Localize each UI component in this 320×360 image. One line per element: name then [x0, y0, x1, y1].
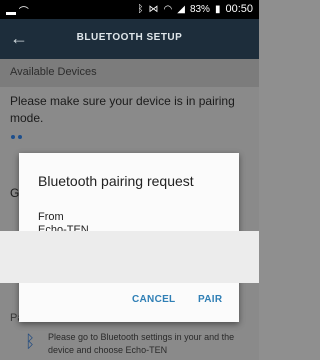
wifi-icon: ◠: [163, 3, 173, 15]
loading-dot: [18, 135, 22, 139]
pair-button[interactable]: PAIR: [198, 294, 222, 305]
partial-text-g: G: [10, 186, 20, 200]
clock: 00:50: [225, 3, 253, 15]
battery-icon: ▮: [214, 3, 221, 15]
page-title: BLUETOOTH SETUP: [76, 32, 183, 43]
headset-icon: ⌒: [18, 7, 29, 18]
status-left-icons: ▬ ⌒: [6, 3, 29, 18]
loading-indicator: [11, 135, 22, 139]
status-right-icons: ᛒ ⋈ ◠ ◢ 83% ▮ 00:50: [138, 3, 254, 15]
status-bar: ▬ ⌒ ᛒ ⋈ ◠ ◢ 83% ▮ 00:50: [0, 0, 259, 19]
redacted-area: [0, 231, 259, 283]
signal-icon: ◢: [177, 3, 185, 15]
bluetooth-icon: ᛒ: [25, 332, 36, 351]
vibrate-icon: ⋈: [148, 3, 159, 15]
section-header: Available Devices: [0, 59, 259, 87]
loading-dot: [11, 135, 15, 139]
dialog-title: Bluetooth pairing request: [38, 173, 194, 189]
from-label: From: [38, 211, 64, 223]
pairing-dialog: Bluetooth pairing request From Echo-TEN …: [0, 153, 259, 322]
screen-cast-icon: ▬: [6, 7, 16, 18]
section-header-label: Available Devices: [10, 66, 97, 78]
app-bar: ← BLUETOOTH SETUP: [0, 19, 259, 59]
bluetooth-settings-note: Please go to Bluetooth settings in your …: [48, 332, 235, 355]
cancel-button[interactable]: CANCEL: [132, 294, 175, 305]
pairing-instruction: Please make sure your device is in pairi…: [10, 94, 235, 125]
bluetooth-icon: ᛒ: [137, 3, 144, 15]
battery-level: 83%: [189, 3, 210, 15]
